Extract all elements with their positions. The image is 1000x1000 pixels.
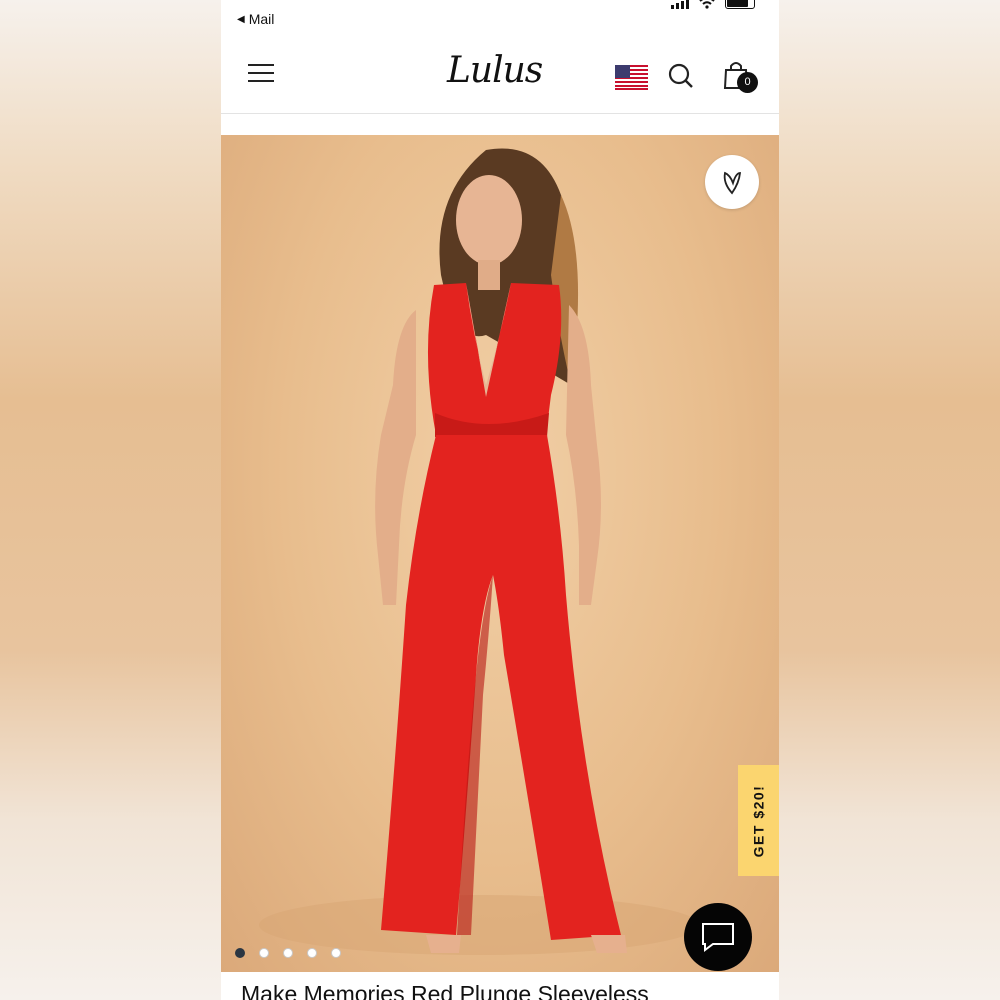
carousel-dot[interactable] bbox=[307, 948, 317, 958]
back-label: Mail bbox=[248, 11, 275, 27]
wishlist-button[interactable] bbox=[705, 155, 759, 209]
signal-icon bbox=[671, 0, 689, 9]
carousel-dots bbox=[235, 948, 341, 958]
status-icons bbox=[671, 0, 755, 9]
battery-icon bbox=[725, 0, 755, 9]
site-header: Lulus 0 bbox=[221, 40, 779, 114]
status-bar: ◀ Mail bbox=[221, 0, 779, 34]
wifi-icon bbox=[699, 0, 715, 9]
flag-icon[interactable] bbox=[615, 65, 648, 90]
carousel-dot[interactable] bbox=[331, 948, 341, 958]
model-photo bbox=[259, 148, 699, 955]
back-arrow-icon: ◀ bbox=[237, 13, 245, 25]
heart-icon bbox=[723, 171, 741, 195]
promo-tab[interactable]: GET $20! bbox=[738, 765, 779, 876]
product-image[interactable] bbox=[221, 135, 779, 972]
carousel-dot[interactable] bbox=[235, 948, 245, 958]
cart-count-badge: 0 bbox=[737, 72, 758, 93]
background-blur-left bbox=[0, 0, 221, 1000]
search-icon[interactable] bbox=[667, 62, 695, 90]
menu-icon[interactable] bbox=[248, 64, 274, 84]
phone-screen: ◀ Mail Lulus 0 GET $20! Make Memories Re… bbox=[221, 0, 779, 1000]
background-blur-right bbox=[779, 0, 1000, 1000]
carousel-dot[interactable] bbox=[259, 948, 269, 958]
chat-button[interactable] bbox=[684, 903, 752, 971]
product-title: Make Memories Red Plunge Sleeveless bbox=[241, 981, 649, 1000]
promo-label: GET $20! bbox=[750, 784, 767, 857]
brand-logo[interactable]: Lulus bbox=[447, 50, 543, 91]
chat-icon bbox=[702, 923, 734, 952]
back-to-mail-link[interactable]: ◀ Mail bbox=[237, 11, 274, 27]
carousel-dot[interactable] bbox=[283, 948, 293, 958]
